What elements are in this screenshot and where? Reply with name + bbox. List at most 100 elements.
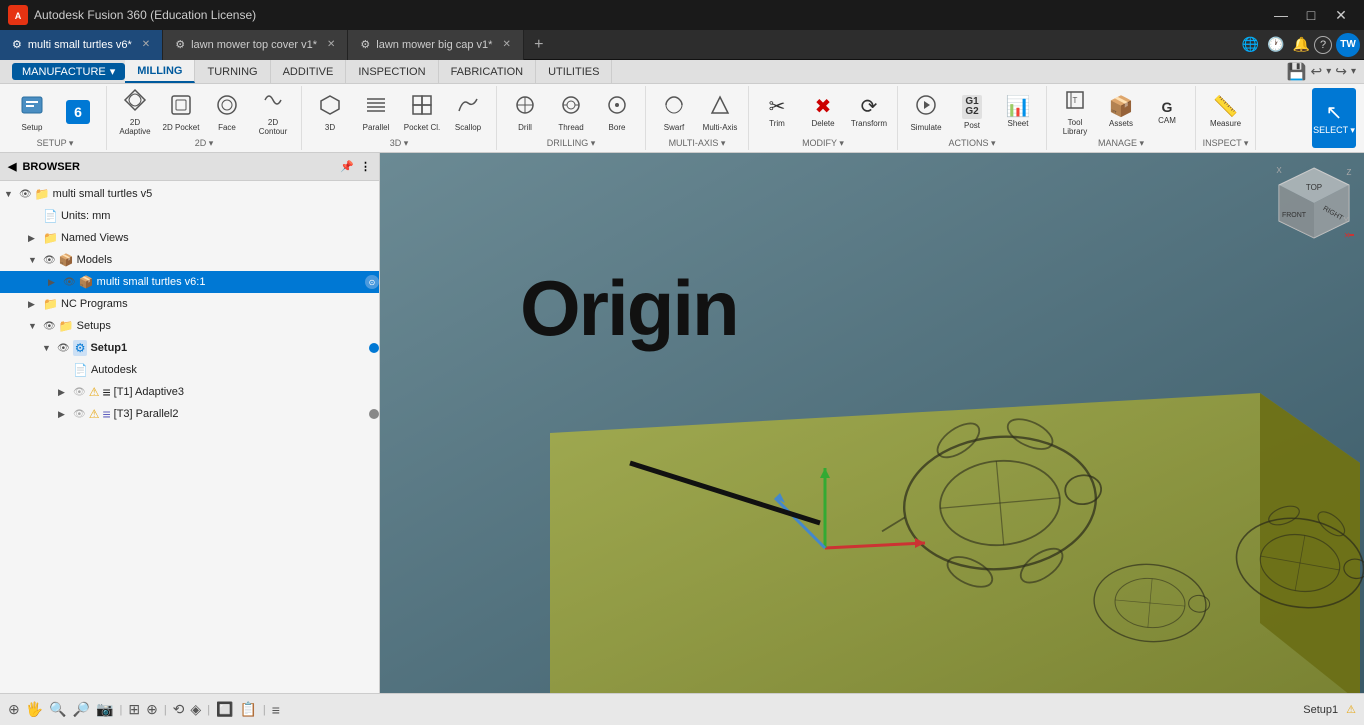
- trim-button[interactable]: ✂ Trim: [755, 88, 799, 136]
- minimize-button[interactable]: —: [1266, 5, 1296, 25]
- visibility-icon-parallel[interactable]: 👁: [73, 409, 86, 420]
- drill-button[interactable]: Drill: [503, 88, 547, 136]
- select-button[interactable]: ↖ SELECT ▾: [1312, 88, 1356, 148]
- undo-button[interactable]: ↩: [1310, 63, 1322, 80]
- cam-button[interactable]: G CAM: [1145, 88, 1189, 136]
- maximize-button[interactable]: □: [1296, 5, 1326, 25]
- tree-item-nc-programs[interactable]: ▶ 📁 NC Programs: [0, 293, 379, 315]
- visibility-icon-setup1[interactable]: 👁: [57, 343, 70, 354]
- avatar[interactable]: TW: [1336, 33, 1360, 57]
- new-setup-button[interactable]: Setup: [10, 88, 54, 136]
- undo-dropdown[interactable]: ▾: [1326, 66, 1331, 77]
- 3d-adaptive-button[interactable]: 3D: [308, 88, 352, 136]
- visibility-icon-adaptive[interactable]: 👁: [73, 387, 86, 398]
- tab-close-icon-3[interactable]: ✕: [502, 39, 510, 50]
- tab-close-icon[interactable]: ✕: [142, 39, 150, 50]
- 2d-contour-button[interactable]: 2D Contour: [251, 88, 295, 136]
- adaptive-icon: ≡: [102, 384, 110, 400]
- status-icon-diamond[interactable]: ◈: [190, 701, 201, 718]
- simulate-button[interactable]: Simulate: [904, 88, 948, 136]
- tab-add-button[interactable]: +: [524, 30, 554, 60]
- app-icon: A: [8, 5, 28, 25]
- tree-item-model-instance[interactable]: ▶ 👁 📦 multi small turtles v6:1 ⊙: [0, 271, 379, 293]
- scallop-button[interactable]: Scallop: [446, 88, 490, 136]
- status-icon-add[interactable]: ⊕: [146, 701, 158, 718]
- ribbon-group-inspect: 📏 Measure INSPECT ▾: [1196, 86, 1256, 150]
- parallel-button[interactable]: Parallel: [354, 88, 398, 136]
- tab-label-3: lawn mower big cap v1*: [376, 39, 492, 51]
- status-icon-zoom-in[interactable]: 🔎: [73, 701, 90, 718]
- status-icon-filter[interactable]: ≡: [272, 702, 280, 718]
- browser-more-icon[interactable]: ⋮: [360, 160, 371, 173]
- status-icon-rotate[interactable]: ⟲: [173, 701, 185, 718]
- visibility-icon[interactable]: 👁: [19, 189, 32, 200]
- face-button[interactable]: Face: [205, 88, 249, 136]
- 2d-pocket-button[interactable]: 2D Pocket: [159, 88, 203, 136]
- status-icon-hand[interactable]: 🖐: [26, 701, 43, 718]
- visibility-icon-setups[interactable]: 👁: [43, 321, 56, 332]
- status-separator: |: [119, 704, 122, 716]
- status-icon-display[interactable]: 🔲: [216, 701, 233, 718]
- tree-item-models[interactable]: ▼ 👁 📦 Models: [0, 249, 379, 271]
- status-icon-list[interactable]: 📋: [239, 701, 256, 718]
- multiaxis-button[interactable]: Multi-Axis: [698, 88, 742, 136]
- tab-close-icon-2[interactable]: ✕: [327, 39, 335, 50]
- browser-collapse-icon[interactable]: ◀: [8, 160, 16, 173]
- tree-item-named-views[interactable]: ▶ 📁 Named Views: [0, 227, 379, 249]
- tab-fabrication[interactable]: FABRICATION: [439, 60, 537, 83]
- svg-text:X: X: [1276, 166, 1282, 175]
- tree-item-label: multi small turtles v5: [53, 188, 379, 200]
- bore-button[interactable]: Bore: [595, 88, 639, 136]
- manufacture-dropdown[interactable]: MANUFACTURE ▾: [12, 63, 125, 80]
- swarf-button[interactable]: Swarf: [652, 88, 696, 136]
- viewcube[interactable]: TOP RIGHT FRONT Z Y X ✕: [1274, 163, 1354, 243]
- top-icon-globe[interactable]: 🌐: [1238, 34, 1263, 55]
- origin-arrow: [380, 153, 1364, 693]
- visibility-icon-models[interactable]: 👁: [43, 255, 56, 266]
- tab-multi-small-turtles[interactable]: ⚙ multi small turtles v6* ✕: [0, 30, 163, 60]
- tree-item-adaptive3[interactable]: ▶ 👁 ⚠ ≡ [T1] Adaptive3: [0, 381, 379, 403]
- browser-tree: ▼ 👁 📁 multi small turtles v5 📄 Units: mm…: [0, 181, 379, 693]
- status-icon-select[interactable]: ⊕: [8, 701, 20, 718]
- tab-milling[interactable]: MILLING: [125, 60, 195, 83]
- status-icon-grid[interactable]: ⊞: [128, 701, 140, 718]
- svg-text:✕: ✕: [1344, 231, 1351, 240]
- thread-button[interactable]: Thread: [549, 88, 593, 136]
- tab-utilities[interactable]: UTILITIES: [536, 60, 612, 83]
- tree-item-root[interactable]: ▼ 👁 📁 multi small turtles v5: [0, 183, 379, 205]
- redo-button[interactable]: ↪: [1335, 63, 1347, 80]
- setup-badge-button[interactable]: 6: [56, 88, 100, 136]
- status-icon-zoom-out[interactable]: 🔍: [49, 701, 66, 718]
- tree-item-setup1[interactable]: ▼ 👁 ⚙ Setup1: [0, 337, 379, 359]
- viewport[interactable]: Origin: [380, 153, 1364, 693]
- nc-programs-label: NC Programs: [61, 298, 379, 310]
- tab-lawn-mower-big[interactable]: ⚙ lawn mower big cap v1* ✕: [348, 30, 523, 60]
- transform-button[interactable]: ⟳ Transform: [847, 88, 891, 136]
- top-icon-bell[interactable]: 🔔: [1289, 34, 1314, 55]
- top-icon-clock[interactable]: 🕐: [1263, 34, 1288, 55]
- 2d-adaptive-button[interactable]: 2D Adaptive: [113, 88, 157, 136]
- save-button[interactable]: 💾: [1287, 62, 1307, 82]
- tree-item-setups[interactable]: ▼ 👁 📁 Setups: [0, 315, 379, 337]
- tab-turning[interactable]: TURNING: [195, 60, 270, 83]
- tab-inspection[interactable]: INSPECTION: [346, 60, 438, 83]
- manage-assets-button[interactable]: 📦 Assets: [1099, 88, 1143, 136]
- tool-library-button[interactable]: T Tool Library: [1053, 88, 1097, 136]
- close-button[interactable]: ✕: [1326, 5, 1356, 25]
- top-icon-help[interactable]: ?: [1314, 36, 1332, 54]
- select-label: SELECT ▾: [1313, 125, 1355, 136]
- tab-lawn-mower-top[interactable]: ⚙ lawn mower top cover v1* ✕: [163, 30, 348, 60]
- tree-item-autodesk[interactable]: 📄 Autodesk: [0, 359, 379, 381]
- pocket-clearing-button[interactable]: Pocket Cl.: [400, 88, 444, 136]
- delete-button[interactable]: ✖ Delete: [801, 88, 845, 136]
- post-button[interactable]: G1G2 Post: [950, 88, 994, 136]
- visibility-icon-model[interactable]: 👁: [63, 277, 76, 288]
- status-icon-camera[interactable]: 📷: [96, 701, 113, 718]
- tree-item-parallel2[interactable]: ▶ 👁 ⚠ ≡ [T3] Parallel2: [0, 403, 379, 425]
- sheet-button[interactable]: 📊 Sheet: [996, 88, 1040, 136]
- redo-dropdown[interactable]: ▾: [1351, 66, 1356, 77]
- browser-pin-icon[interactable]: 📌: [340, 160, 354, 173]
- measure-button[interactable]: 📏 Measure: [1204, 88, 1248, 136]
- tree-item-units[interactable]: 📄 Units: mm: [0, 205, 379, 227]
- tab-additive[interactable]: ADDITIVE: [271, 60, 347, 83]
